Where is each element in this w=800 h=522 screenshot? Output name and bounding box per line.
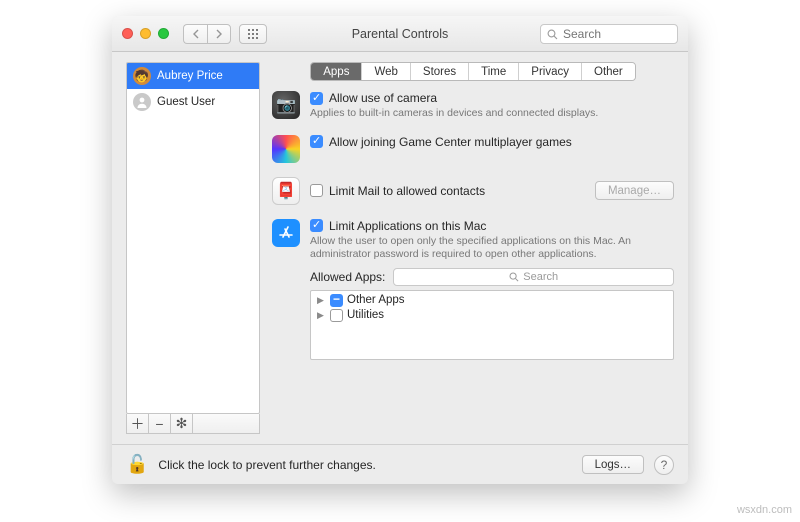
gamecenter-option[interactable]: Allow joining Game Center multiplayer ga… [310, 135, 572, 149]
action-menu-button[interactable]: ✻ [171, 414, 193, 433]
tab-apps[interactable]: Apps [311, 63, 362, 80]
sidebar-toolbar: ＋ − ✻ [126, 414, 260, 434]
limitapps-desc: Allow the user to open only the specifie… [310, 235, 674, 262]
limitapps-option[interactable]: Limit Applications on this Mac [310, 219, 674, 233]
back-button[interactable] [183, 24, 207, 44]
mail-option[interactable]: Limit Mail to allowed contacts [310, 184, 585, 198]
sidebar-user-aubrey[interactable]: 🧒 Aubrey Price [127, 63, 259, 89]
tab-other[interactable]: Other [582, 63, 635, 80]
mail-icon: 📮 [272, 177, 300, 205]
setting-mail: 📮 Limit Mail to allowed contacts Manage… [272, 177, 674, 205]
limitapps-label: Limit Applications on this Mac [329, 219, 486, 233]
help-button[interactable]: ? [654, 455, 674, 475]
logs-button[interactable]: Logs… [582, 455, 644, 474]
parental-controls-window: Parental Controls 🧒 Aubrey Price Guest [112, 16, 688, 484]
allowed-apps-label: Allowed Apps: [310, 270, 385, 284]
camera-icon: 📷 [272, 91, 300, 119]
tree-label: Utilities [347, 309, 384, 321]
camera-label: Allow use of camera [329, 91, 437, 105]
user-name: Aubrey Price [157, 70, 223, 82]
remove-user-button[interactable]: − [149, 414, 171, 433]
forward-button[interactable] [207, 24, 231, 44]
mail-checkbox[interactable] [310, 184, 323, 197]
setting-camera: 📷 Allow use of camera Applies to built-i… [272, 91, 674, 121]
camera-desc: Applies to built-in cameras in devices a… [310, 107, 598, 121]
avatar-icon: 🧒 [133, 67, 151, 85]
lock-text: Click the lock to prevent further change… [158, 458, 375, 472]
tab-bar: Apps Web Stores Time Privacy Other [272, 62, 674, 81]
user-list: 🧒 Aubrey Price Guest User [126, 62, 260, 414]
lock-icon[interactable]: 🔓 [126, 454, 148, 475]
show-all-button[interactable] [239, 24, 267, 44]
allowed-apps-search[interactable]: Search [393, 268, 674, 286]
window-controls [122, 28, 169, 39]
utilities-checkbox[interactable] [330, 309, 343, 322]
camera-checkbox[interactable] [310, 92, 323, 105]
window-body: 🧒 Aubrey Price Guest User ＋ − ✻ [112, 52, 688, 444]
allowed-apps-tree[interactable]: ▶ Other Apps ▶ Utilities [310, 290, 674, 360]
avatar-icon [133, 93, 151, 111]
close-icon[interactable] [122, 28, 133, 39]
tab-time[interactable]: Time [469, 63, 519, 80]
disclosure-triangle-icon[interactable]: ▶ [317, 295, 326, 306]
setting-limitapps: Limit Applications on this Mac Allow the… [272, 219, 674, 262]
limitapps-checkbox[interactable] [310, 219, 323, 232]
tab-web[interactable]: Web [362, 63, 410, 80]
user-name: Guest User [157, 96, 215, 108]
main-panel: Apps Web Stores Time Privacy Other 📷 All… [272, 62, 674, 434]
sidebar: 🧒 Aubrey Price Guest User ＋ − ✻ [126, 62, 260, 434]
other-apps-checkbox[interactable] [330, 294, 343, 307]
sidebar-user-guest[interactable]: Guest User [127, 89, 259, 115]
mail-label: Limit Mail to allowed contacts [329, 184, 485, 198]
setting-gamecenter: Allow joining Game Center multiplayer ga… [272, 135, 674, 163]
zoom-icon[interactable] [158, 28, 169, 39]
search-icon [509, 272, 519, 282]
camera-option[interactable]: Allow use of camera [310, 91, 598, 105]
titlebar: Parental Controls [112, 16, 688, 52]
tab-stores[interactable]: Stores [411, 63, 469, 80]
minimize-icon[interactable] [140, 28, 151, 39]
tree-row-other-apps[interactable]: ▶ Other Apps [311, 293, 673, 308]
manage-contacts-button[interactable]: Manage… [595, 181, 674, 200]
gamecenter-label: Allow joining Game Center multiplayer ga… [329, 135, 572, 149]
nav-buttons [183, 24, 231, 44]
gear-icon: ✻ [176, 415, 188, 432]
allowed-apps-header: Allowed Apps: Search [310, 268, 674, 286]
toolbar-search-input[interactable] [563, 27, 671, 41]
add-user-button[interactable]: ＋ [127, 414, 149, 433]
gamecenter-checkbox[interactable] [310, 135, 323, 148]
allowed-search-placeholder: Search [523, 271, 558, 283]
footer: 🔓 Click the lock to prevent further chan… [112, 444, 688, 484]
toolbar-search[interactable] [540, 24, 678, 44]
tree-row-utilities[interactable]: ▶ Utilities [311, 308, 673, 323]
watermark: wsxdn.com [737, 504, 792, 516]
tree-label: Other Apps [347, 294, 405, 306]
search-icon [547, 29, 558, 40]
appstore-icon [272, 219, 300, 247]
gamecenter-icon [272, 135, 300, 163]
apps-settings: 📷 Allow use of camera Applies to built-i… [272, 91, 674, 434]
disclosure-triangle-icon[interactable]: ▶ [317, 310, 326, 321]
tab-privacy[interactable]: Privacy [519, 63, 582, 80]
